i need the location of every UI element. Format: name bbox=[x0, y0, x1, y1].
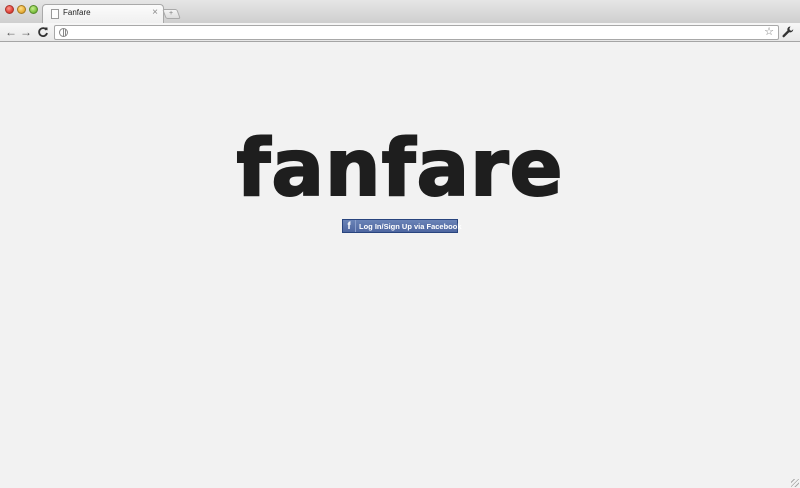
minimize-window-icon[interactable] bbox=[17, 5, 26, 14]
forward-button[interactable]: → bbox=[19, 25, 33, 39]
resize-grip[interactable] bbox=[791, 479, 799, 487]
star-icon[interactable]: ☆ bbox=[764, 26, 774, 39]
close-window-icon[interactable] bbox=[5, 5, 14, 14]
maximize-window-icon[interactable] bbox=[29, 5, 38, 14]
facebook-login-button[interactable]: f Log In/Sign Up via Facebook bbox=[342, 219, 462, 233]
browser-window: Fanfare × + ← → ☆ fanfare f Log In/Sign … bbox=[0, 0, 800, 488]
address-input[interactable] bbox=[71, 27, 761, 39]
tab-strip: Fanfare × + bbox=[0, 0, 800, 23]
globe-icon bbox=[59, 28, 68, 37]
new-tab-button[interactable]: + bbox=[162, 9, 181, 19]
browser-toolbar: ← → ☆ bbox=[0, 23, 800, 42]
tab-title: Fanfare bbox=[63, 8, 91, 17]
page-content: fanfare f Log In/Sign Up via Facebook bbox=[0, 43, 800, 488]
close-tab-icon[interactable]: × bbox=[152, 7, 158, 19]
page-icon bbox=[51, 9, 59, 19]
reload-button[interactable] bbox=[36, 25, 50, 39]
wrench-icon[interactable] bbox=[781, 25, 795, 39]
facebook-icon: f bbox=[343, 220, 356, 232]
back-button[interactable]: ← bbox=[4, 25, 18, 39]
reload-icon bbox=[38, 27, 48, 37]
facebook-login-label: Log In/Sign Up via Facebook bbox=[359, 222, 462, 231]
address-bar[interactable]: ☆ bbox=[54, 25, 779, 40]
fanfare-logo: fanfare bbox=[235, 124, 564, 214]
tab-fanfare[interactable]: Fanfare × bbox=[42, 4, 164, 23]
